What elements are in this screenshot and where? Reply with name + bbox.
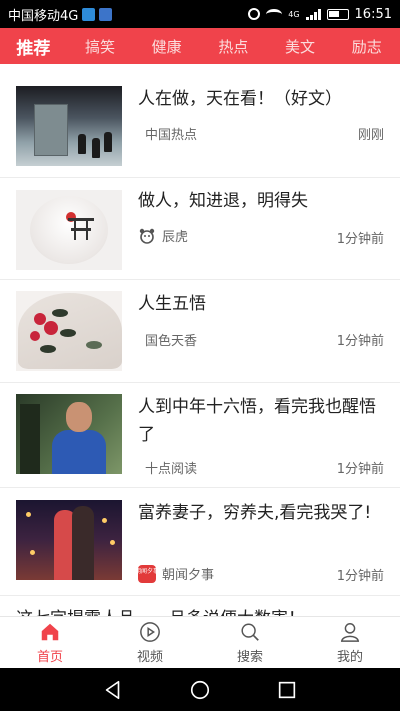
news-title: 人到中年十六悟，看完我也醒悟了 bbox=[138, 397, 376, 445]
back-icon[interactable] bbox=[102, 679, 124, 701]
nav-home[interactable]: 首页 bbox=[0, 617, 100, 668]
news-title-partial[interactable]: 这七字揭露人品，一旦多说便大数害！ bbox=[16, 604, 305, 616]
tab-inspire[interactable]: 励志 bbox=[333, 36, 400, 57]
news-source: 国色天香 bbox=[145, 334, 198, 349]
news-logo-icon: 朝闻夕事 bbox=[138, 564, 156, 583]
recent-apps-icon[interactable] bbox=[276, 679, 298, 701]
news-thumbnail bbox=[16, 190, 122, 270]
system-nav-bar bbox=[0, 668, 400, 711]
nav-label: 搜索 bbox=[236, 649, 263, 665]
bottom-nav: 首页 视频 搜索 我的 bbox=[0, 616, 400, 668]
news-time: 1分钟前 bbox=[336, 569, 384, 584]
news-title: 人生五悟 bbox=[138, 294, 206, 314]
play-icon bbox=[140, 621, 160, 642]
user-icon bbox=[340, 622, 360, 642]
news-title: 人在做，天在看！（好文） bbox=[138, 89, 342, 109]
nav-video[interactable]: 视频 bbox=[100, 617, 200, 668]
category-tab-bar: 推荐 搞笑 健康 热点 美文 励志 bbox=[0, 28, 400, 64]
news-item[interactable]: 富养妻子，穷养夫,看完我哭了! 朝闻夕事 朝闻夕事 1分钟前 bbox=[0, 488, 400, 596]
news-feed: 人在做，天在看！（好文） 中国热点 刚刚 做人，知进退，明得失 辰虎 1分钟前 bbox=[0, 64, 400, 616]
home-button-icon[interactable] bbox=[189, 679, 211, 701]
news-item[interactable]: 做人，知进退，明得失 辰虎 1分钟前 bbox=[0, 178, 400, 280]
news-source-label: 朝闻夕事 bbox=[162, 568, 215, 583]
tab-recommend[interactable]: 推荐 bbox=[0, 34, 67, 59]
tab-health[interactable]: 健康 bbox=[133, 36, 200, 57]
status-bar: 中国移动4G 4G 16:51 bbox=[0, 0, 400, 28]
tab-hot[interactable]: 热点 bbox=[200, 36, 267, 57]
news-thumbnail bbox=[16, 500, 122, 580]
news-item[interactable]: 人在做，天在看！（好文） 中国热点 刚刚 bbox=[0, 64, 400, 178]
battery-icon bbox=[326, 8, 349, 20]
tiger-logo-icon bbox=[139, 228, 155, 244]
news-time: 刚刚 bbox=[357, 128, 384, 143]
news-source: 朝闻夕事 朝闻夕事 bbox=[138, 564, 214, 583]
signal-icon bbox=[305, 8, 321, 20]
home-icon bbox=[41, 623, 59, 640]
news-time: 1分钟前 bbox=[336, 462, 384, 477]
news-item[interactable]: 人到中年十六悟，看完我也醒悟了 十点阅读 1分钟前 bbox=[0, 383, 400, 488]
alarm-icon bbox=[248, 8, 261, 20]
news-source: 十点阅读 bbox=[145, 462, 198, 477]
news-item[interactable]: 人生五悟 国色天香 1分钟前 bbox=[0, 280, 400, 383]
clock: 16:51 bbox=[354, 6, 392, 22]
tab-funny[interactable]: 搞笑 bbox=[67, 36, 134, 57]
search-icon bbox=[241, 622, 259, 641]
news-time: 1分钟前 bbox=[336, 334, 384, 349]
news-time: 1分钟前 bbox=[336, 232, 384, 247]
nav-search[interactable]: 搜索 bbox=[200, 617, 300, 668]
nav-label: 视频 bbox=[136, 649, 163, 665]
news-title: 富养妻子，穷养夫,看完我哭了! bbox=[138, 503, 372, 523]
nav-label: 我的 bbox=[336, 649, 363, 665]
network-type-label: 4G bbox=[288, 9, 300, 19]
tab-essay[interactable]: 美文 bbox=[267, 36, 334, 57]
news-thumbnail bbox=[16, 394, 122, 474]
news-thumbnail bbox=[16, 86, 122, 166]
news-source: 辰虎 bbox=[138, 226, 188, 245]
news-thumbnail bbox=[16, 291, 122, 371]
app-notification-icon bbox=[82, 7, 96, 21]
news-title: 做人，知进退，明得失 bbox=[138, 191, 308, 211]
news-source: 中国热点 bbox=[145, 128, 198, 143]
wifi-icon bbox=[266, 8, 283, 20]
logo-text: 朝闻夕事 bbox=[138, 567, 156, 575]
nav-label: 首页 bbox=[36, 649, 63, 665]
app-notification-icon bbox=[99, 7, 113, 21]
nav-profile[interactable]: 我的 bbox=[300, 617, 400, 668]
news-source-label: 辰虎 bbox=[162, 230, 189, 245]
carrier-label: 中国移动4G bbox=[8, 8, 79, 24]
